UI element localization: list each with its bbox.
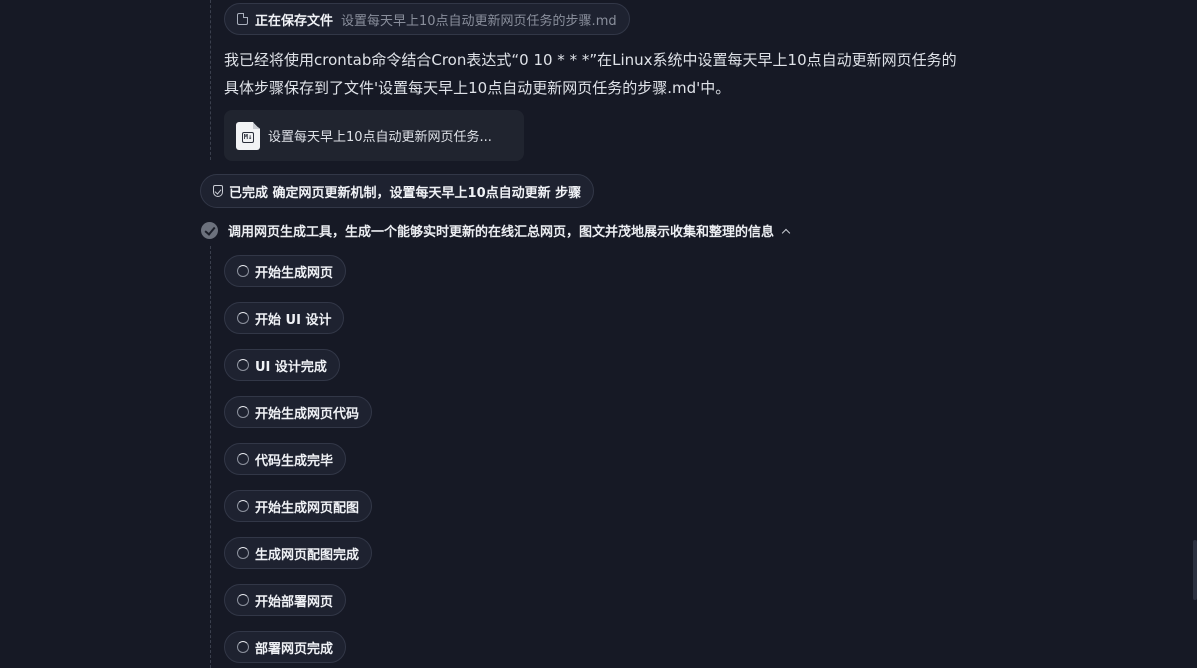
spinner-icon	[237, 547, 249, 559]
substep-pill[interactable]: 开始生成网页配图	[224, 490, 373, 522]
step-title: 调用网页生成工具，生成一个能够实时更新的在线汇总网页，图文并茂地展示收集和整理的…	[228, 225, 775, 240]
markdown-file-icon: M↓	[236, 121, 260, 150]
scrollbar-thumb[interactable]	[1193, 540, 1197, 600]
substep-pill[interactable]: 代码生成完毕	[224, 443, 347, 475]
step-header[interactable]: 调用网页生成工具，生成一个能够实时更新的在线汇总网页，图文并茂地展示收集和整理的…	[201, 221, 791, 240]
saving-file-pill[interactable]: 正在保存文件 设置每天早上10点自动更新网页任务的步骤.md	[224, 3, 630, 35]
substep-pill[interactable]: 开始部署网页	[224, 584, 347, 616]
spinner-icon	[237, 359, 249, 371]
substep-label: 开始生成网页	[255, 265, 334, 281]
substep-label: 开始生成网页代码	[255, 406, 360, 422]
substep-label: 部署网页完成	[255, 641, 334, 657]
substep-label: 生成网页配图完成	[255, 547, 360, 563]
chevron-up-icon[interactable]	[781, 228, 791, 237]
file-card-name: 设置每天早上10点自动更新网页任务...	[268, 130, 492, 145]
spinner-icon	[237, 500, 249, 512]
saving-file-label: 正在保存文件	[255, 13, 334, 29]
timeline-connector-top	[210, 0, 211, 160]
timeline-connector-bottom	[210, 246, 211, 668]
substep-label: 开始部署网页	[255, 594, 334, 610]
substep-pill[interactable]: 开始 UI 设计	[224, 302, 345, 334]
document-icon	[237, 13, 248, 25]
spinner-icon	[237, 594, 249, 606]
saving-file-name: 设置每天早上10点自动更新网页任务的步骤.md	[341, 13, 617, 29]
spinner-icon	[237, 641, 249, 653]
substep-pill[interactable]: 开始生成网页代码	[224, 396, 373, 428]
substep-pill[interactable]: 部署网页完成	[224, 631, 347, 663]
substep-pill[interactable]: UI 设计完成	[224, 349, 340, 381]
substep-label: 开始生成网页配图	[255, 500, 360, 516]
completed-step-label: 已完成 确定网页更新机制，设置每天早上10点自动更新 步骤	[229, 185, 582, 201]
substep-label: 开始 UI 设计	[255, 312, 332, 328]
spinner-icon	[237, 312, 249, 324]
substep-label: UI 设计完成	[255, 359, 327, 375]
substep-pill[interactable]: 开始生成网页	[224, 255, 347, 287]
spinner-icon	[237, 265, 249, 277]
completed-step-pill[interactable]: 已完成 确定网页更新机制，设置每天早上10点自动更新 步骤	[200, 174, 595, 208]
check-circle-icon	[201, 222, 218, 239]
markdown-file-card[interactable]: M↓ 设置每天早上10点自动更新网页任务...	[224, 110, 524, 161]
substep-label: 代码生成完毕	[255, 453, 334, 469]
assistant-message: 我已经将使用crontab命令结合Cron表达式“0 10 * * *”在Lin…	[224, 51, 957, 97]
check-shield-icon	[213, 185, 223, 197]
spinner-icon	[237, 453, 249, 465]
substep-pill[interactable]: 生成网页配图完成	[224, 537, 373, 569]
markdown-badge: M↓	[241, 131, 255, 143]
spinner-icon	[237, 406, 249, 418]
